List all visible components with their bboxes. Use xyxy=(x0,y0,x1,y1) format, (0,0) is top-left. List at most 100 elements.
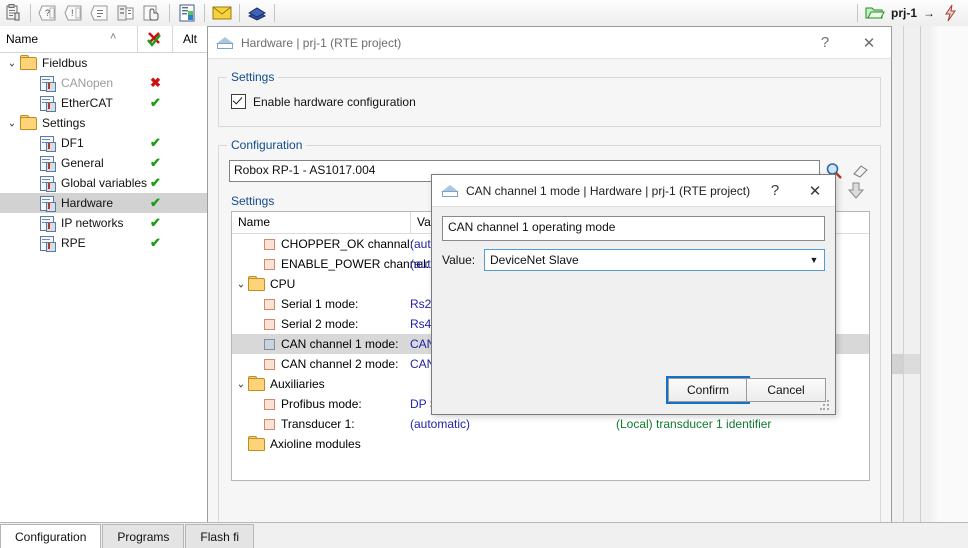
hand-stop-icon[interactable] xyxy=(140,2,164,24)
tab-programs[interactable]: Programs xyxy=(102,524,185,548)
clipboard-properties-icon[interactable] xyxy=(1,2,25,24)
document-settings-icon xyxy=(39,175,56,192)
application-window: ? ! prj-1 → Name ˄ Alt ⌄ Fieldbus CANope… xyxy=(0,0,968,548)
tree-column-alt-label: Alt xyxy=(182,32,197,46)
enable-hardware-configuration-label: Enable hardware configuration xyxy=(253,94,416,109)
toolbar-separator xyxy=(856,4,858,22)
hardware-window-controls: ? ✕ xyxy=(803,28,891,58)
grid-cell-value[interactable]: (automatic) xyxy=(404,417,610,431)
sidebar-item-global-variables[interactable]: Global variables ✔ xyxy=(0,173,207,193)
grid-cell-name-label: Profibus mode: xyxy=(281,397,362,411)
close-icon[interactable]: ✕ xyxy=(847,28,891,58)
dialog-titlebar: CAN channel 1 mode | Hardware | prj-1 (R… xyxy=(432,175,835,207)
document-settings-icon xyxy=(39,95,56,112)
margin-divider-2 xyxy=(920,26,921,522)
resize-grip[interactable] xyxy=(820,400,831,411)
configuration-groupbox-legend: Configuration xyxy=(227,138,307,152)
dialog-value-select[interactable]: DeviceNet Slave ▼ xyxy=(484,249,825,271)
confirm-button[interactable]: Confirm xyxy=(668,378,748,402)
grid-cell-name-label: CHOPPER_OK channal: xyxy=(281,237,414,251)
page-list-icon[interactable] xyxy=(88,2,112,24)
grid-cell-name-label: Serial 1 mode: xyxy=(281,297,359,311)
tree-body: ⌄ Fieldbus CANopen ✖ EtherCAT ✔ ⌄ Settings DF1 ✔ G… xyxy=(0,53,207,253)
tree-column-name[interactable]: Name ˄ xyxy=(0,31,137,46)
bottom-tabs-holder: Configuration Programs Flash fi xyxy=(0,524,255,548)
can-channel-mode-dialog: CAN channel 1 mode | Hardware | prj-1 (R… xyxy=(431,174,836,415)
page-question-icon[interactable]: ? xyxy=(36,2,60,24)
parameter-marker-icon xyxy=(264,318,275,330)
module-config-icon[interactable] xyxy=(114,2,138,24)
cancel-button[interactable]: Cancel xyxy=(746,378,826,402)
dialog-value-selected-label: DeviceNet Slave xyxy=(490,253,579,267)
sidebar-item-settings[interactable]: ⌄ Settings xyxy=(0,113,207,133)
folder-icon xyxy=(248,276,265,291)
tree-column-alt[interactable]: Alt xyxy=(172,26,207,52)
sidebar-item-rpe[interactable]: RPE ✔ xyxy=(0,233,207,253)
parameter-marker-icon xyxy=(264,298,275,310)
sidebar-item-label: General xyxy=(61,156,104,170)
sidebar-item-label: EtherCAT xyxy=(61,96,113,110)
sidebar-item-ethercat[interactable]: EtherCAT ✔ xyxy=(0,93,207,113)
sidebar-item-df1[interactable]: DF1 ✔ xyxy=(0,133,207,153)
tab-flash-fi[interactable]: Flash fi xyxy=(185,524,255,548)
sidebar-item-fieldbus[interactable]: ⌄ Fieldbus xyxy=(0,53,207,73)
chevron-down-icon[interactable]: ⌄ xyxy=(234,377,248,391)
tab-configuration[interactable]: Configuration xyxy=(0,524,102,548)
dialog-footer: Confirm Cancel xyxy=(432,370,835,414)
status-ok-icon: ✔ xyxy=(150,175,161,190)
page-warning-icon[interactable]: ! xyxy=(62,2,86,24)
dialog-window-controls: ? ✕ xyxy=(755,176,835,206)
settings-groupbox: Settings Enable hardware configuration xyxy=(218,70,881,127)
tree-column-name-label: Name xyxy=(6,32,39,46)
status-ok-icon: ✔ xyxy=(150,195,161,210)
status-ok-icon: ✔ xyxy=(150,135,161,150)
help-button[interactable]: ? xyxy=(803,28,847,58)
grid-cell-name-label: Transducer 1: xyxy=(281,417,355,431)
grid-cell-name: ⌄ Auxiliaries xyxy=(232,376,404,391)
project-arrow-label: → xyxy=(923,6,935,20)
table-row[interactable]: Axioline modules xyxy=(232,434,869,454)
sidebar-item-label: Fieldbus xyxy=(42,56,88,70)
folder-icon xyxy=(20,115,37,130)
download-arrow-icon[interactable] xyxy=(846,181,868,203)
sidebar-item-canopen[interactable]: CANopen ✖ xyxy=(0,73,207,93)
dialog-body: CAN channel 1 operating mode Value: Devi… xyxy=(432,207,835,271)
dialog-description-input[interactable]: CAN channel 1 operating mode xyxy=(442,216,825,241)
folder-icon xyxy=(248,436,265,451)
grid-cell-name-label: CAN channel 1 mode: xyxy=(281,337,399,351)
report-table-icon[interactable] xyxy=(175,2,199,24)
document-settings-icon xyxy=(39,135,56,152)
dialog-value-row: Value: DeviceNet Slave ▼ xyxy=(442,249,825,271)
margin-row-highlight-2 xyxy=(904,354,920,374)
lightning-icon[interactable] xyxy=(939,2,963,24)
mail-envelope-icon[interactable] xyxy=(210,2,234,24)
parameter-marker-icon xyxy=(264,258,275,270)
grid-column-name[interactable]: Name xyxy=(232,212,410,233)
dialog-help-button[interactable]: ? xyxy=(755,176,795,206)
folder-open-icon[interactable] xyxy=(863,2,887,24)
document-settings-icon xyxy=(39,155,56,172)
sidebar-item-general[interactable]: General ✔ xyxy=(0,153,207,173)
book-icon[interactable] xyxy=(245,2,269,24)
table-row[interactable]: Transducer 1: (automatic) (Local) transduc… xyxy=(232,414,869,434)
tree-column-status[interactable] xyxy=(137,26,172,52)
chevron-down-icon[interactable]: ⌄ xyxy=(4,56,20,70)
toolbar-separator xyxy=(204,4,205,22)
sidebar-item-ip-networks[interactable]: IP networks ✔ xyxy=(0,213,207,233)
dialog-close-icon[interactable]: ✕ xyxy=(795,176,835,206)
sidebar-item-label: Global variables xyxy=(61,176,148,190)
house-icon xyxy=(216,36,234,50)
sidebar-item-label: DF1 xyxy=(61,136,84,150)
sidebar-item-label: CANopen xyxy=(61,76,114,90)
enable-hardware-configuration-row[interactable]: Enable hardware configuration xyxy=(219,78,880,109)
document-right-margin xyxy=(891,26,968,522)
enable-hardware-configuration-checkbox[interactable] xyxy=(231,94,246,109)
eraser-icon[interactable] xyxy=(848,160,872,182)
chevron-down-icon[interactable]: ⌄ xyxy=(4,116,20,130)
folder-icon xyxy=(248,376,265,391)
chevron-down-icon[interactable]: ⌄ xyxy=(234,277,248,291)
svg-text:!: ! xyxy=(71,8,74,18)
sidebar-item-hardware[interactable]: Hardware ✔ xyxy=(0,193,207,213)
grid-cell-name: Serial 2 mode: xyxy=(232,317,404,331)
toolbar-separator xyxy=(30,4,31,22)
